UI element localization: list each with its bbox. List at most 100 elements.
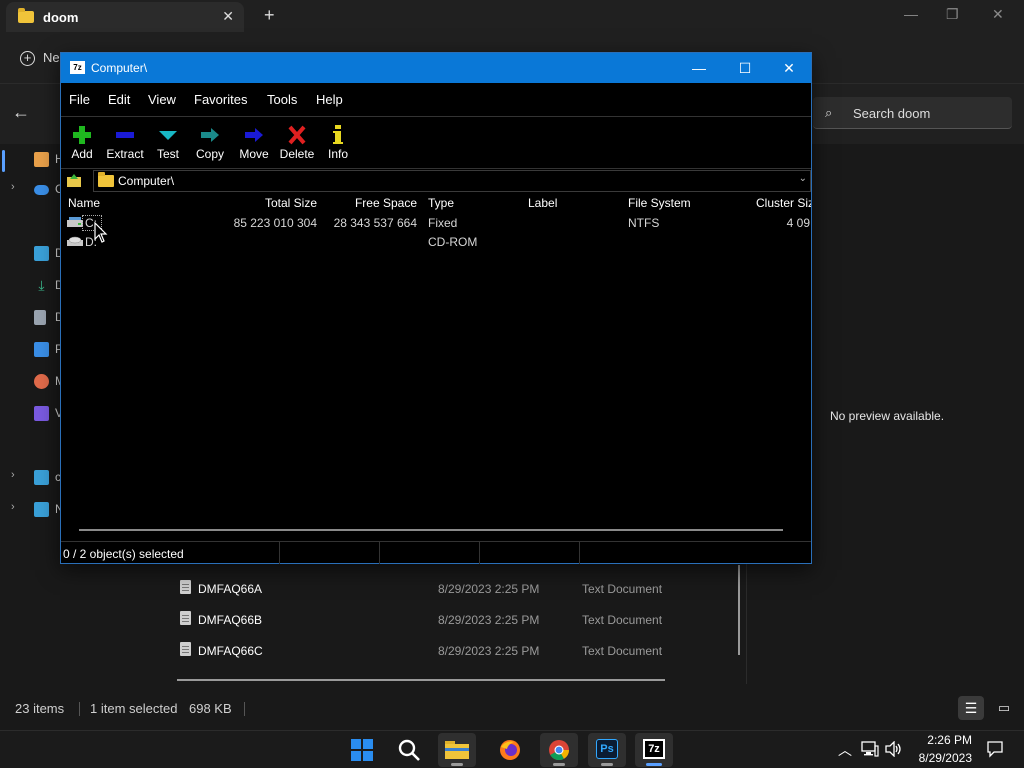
sidebar-item-network[interactable]: › N [0,498,60,522]
move-label: Move [239,147,269,161]
drive-row[interactable]: C: 85 223 010 304 28 343 537 664 Fixed N… [61,214,811,233]
sidebar-item-onedrive[interactable]: › C [0,178,60,202]
delete-icon [288,125,306,145]
sevenzip-titlebar[interactable]: 7z Computer\ — ☐ ✕ [61,53,811,83]
column-header-file-system[interactable]: File System [628,196,691,210]
delete-button[interactable]: Delete [279,121,315,165]
status-pane-divider [479,542,480,564]
file-row[interactable]: DMFAQ66A 8/29/2023 2:25 PM Text Document [160,574,740,602]
move-icon [245,128,263,142]
chevron-right-icon[interactable]: › [11,181,15,193]
menu-view[interactable]: View [148,92,176,107]
horizontal-scrollbar[interactable] [79,529,783,531]
tab-title: doom [43,10,79,25]
details-view-icon[interactable]: ☰ [958,696,984,720]
selected-count: 1 item selected [90,701,178,716]
volume-icon[interactable] [885,741,903,757]
file-row[interactable]: DMFAQ66C 8/29/2023 2:25 PM Text Document [160,636,740,664]
this-pc-icon [34,470,49,485]
sevenzip-icon: 7z [643,739,665,759]
status-pane-divider [279,542,280,564]
search-placeholder: Search doom [853,106,931,121]
file-row[interactable]: DMFAQ66B 8/29/2023 2:25 PM Text Document [160,605,740,633]
download-icon: ⤓ [38,277,45,293]
menu-help[interactable]: Help [316,92,343,107]
minimize-icon[interactable]: — [904,6,918,22]
sevenzip-app-icon: 7z [70,61,85,74]
chevron-down-icon[interactable]: ⌄ [799,173,807,184]
drive-type: CD-ROM [428,235,478,249]
file-list: DMFAQ66A 8/29/2023 2:25 PM Text Document… [160,565,740,685]
file-type: Text Document [582,582,663,596]
info-label: Info [327,147,348,161]
hard-drive-icon [67,217,83,227]
start-button[interactable] [343,733,381,767]
column-header-cluster-size[interactable]: Cluster Siz [756,196,811,210]
menu-favorites[interactable]: Favorites [194,92,247,107]
file-date: 8/29/2023 2:25 PM [438,582,540,596]
extract-button[interactable]: Extract [104,121,146,165]
restore-icon[interactable]: ❐ [946,6,959,23]
extract-icon [116,132,134,138]
extract-label: Extract [106,147,144,161]
file-explorer-app[interactable] [438,733,476,767]
network-icon[interactable] [861,741,879,757]
notification-icon[interactable] [986,740,1004,758]
column-header-total-size[interactable]: Total Size [237,196,317,210]
sidebar-item-downloads[interactable]: ⤓ D [0,274,60,298]
music-icon [34,374,49,389]
file-list-horizontal-scrollbar[interactable] [177,679,665,681]
search-button[interactable] [390,733,428,767]
search-input[interactable]: ⌕ Search doom [813,97,1012,129]
explorer-tab[interactable]: doom ✕ [6,2,244,32]
address-input[interactable]: Computer\ ⌄ [93,170,811,192]
tiles-view-icon[interactable]: ▭ [994,696,1014,720]
sevenzip-app[interactable]: 7z [635,733,673,767]
move-button[interactable]: Move [237,121,271,165]
drive-row[interactable]: D: CD-ROM [61,233,811,252]
menu-edit[interactable]: Edit [108,92,130,107]
sidebar-item-this-pc[interactable]: › c [0,466,60,490]
chevron-up-icon[interactable]: ︿ [838,740,852,760]
clock-time[interactable]: 2:26 PM [912,733,972,747]
chevron-right-icon[interactable]: › [11,469,15,481]
chevron-right-icon[interactable]: › [11,501,15,513]
close-icon[interactable]: ✕ [992,6,1004,23]
info-button[interactable]: Info [325,121,351,165]
file-type: Text Document [582,613,663,627]
new-button[interactable]: + Ne [20,50,60,66]
chrome-app[interactable] [540,733,578,767]
drive-free-space: 28 343 537 664 [333,216,417,230]
sidebar-item-music[interactable]: M [0,370,60,394]
firefox-app[interactable] [491,733,529,767]
back-arrow-icon[interactable]: ← [12,102,30,123]
close-icon[interactable]: ✕ [766,53,812,83]
clock-date[interactable]: 8/29/2023 [905,751,972,765]
up-level-icon[interactable] [66,173,82,188]
sidebar-item-pictures[interactable]: P [0,338,60,362]
copy-button[interactable]: Copy [194,121,226,165]
cloud-icon [34,185,49,195]
test-button[interactable]: Test [153,121,183,165]
sidebar-item-documents[interactable]: D [0,306,60,330]
address-bar: Computer\ ⌄ [61,169,811,193]
column-header-free-space[interactable]: Free Space [337,196,417,210]
tab-close-icon[interactable]: ✕ [222,8,234,25]
menu-tools[interactable]: Tools [267,92,297,107]
cd-drive-icon [67,236,83,246]
menu-file[interactable]: File [69,92,90,107]
column-header-type[interactable]: Type [428,196,454,210]
sidebar-item-home[interactable]: H [0,148,60,172]
column-header-name[interactable]: Name [68,196,100,210]
add-button[interactable]: Add [65,121,99,165]
column-header-label[interactable]: Label [528,196,557,210]
new-tab-button[interactable]: + [264,5,275,26]
sidebar-item-desktop[interactable]: D [0,242,60,266]
sidebar-item-videos[interactable]: V [0,402,60,426]
minimize-icon[interactable]: — [676,53,722,83]
running-indicator [451,763,463,766]
explorer-status-bar: 23 items 1 item selected 698 KB ☰ ▭ [0,694,1024,722]
file-list-vertical-scrollbar[interactable] [738,565,740,655]
maximize-icon[interactable]: ☐ [722,53,768,83]
photoshop-app[interactable]: Ps [588,733,626,767]
